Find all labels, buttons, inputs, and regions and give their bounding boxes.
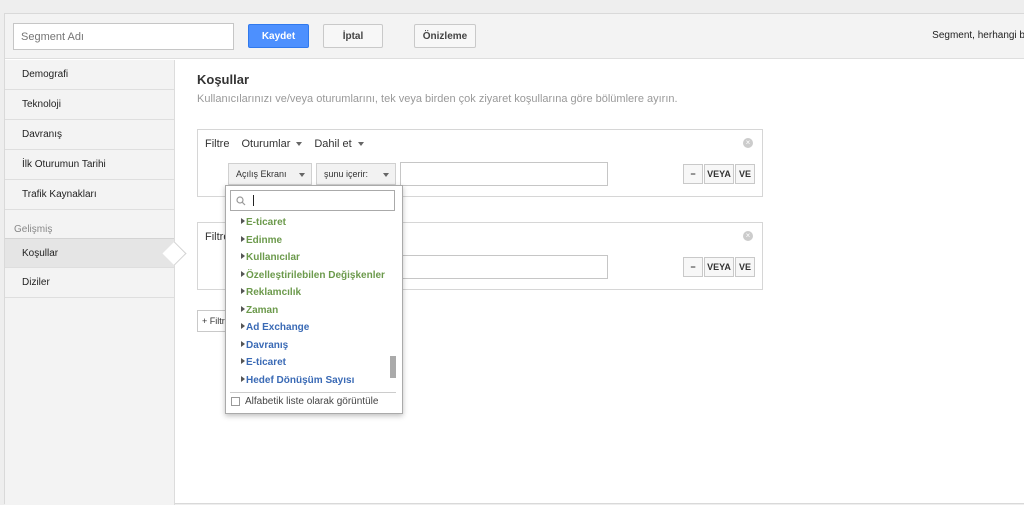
list-item-label: Zaman: [246, 304, 279, 316]
sidebar-item-technology[interactable]: Teknoloji: [5, 90, 174, 120]
popup-scrollbar[interactable]: [390, 356, 396, 378]
expand-arrow-icon: [241, 323, 245, 329]
list-item-label: Özelleştirilebilen Değişkenler: [246, 269, 385, 281]
dimension-picker-popup: E-ticaret Edinme Kullanıcılar Özelleştir…: [225, 185, 403, 414]
sidebar-item-label: Teknoloji: [22, 99, 61, 110]
expand-arrow-icon: [241, 235, 245, 242]
alphabetic-list-label: Alfabetik liste olarak görüntüle: [245, 396, 379, 407]
list-item[interactable]: Zaman: [226, 302, 386, 320]
list-item[interactable]: Edinme: [226, 232, 386, 250]
dimension-category-list: E-ticaret Edinme Kullanıcılar Özelleştir…: [226, 214, 386, 389]
list-item-label: Hedef Dönüşüm Sayısı: [246, 374, 355, 386]
or-button[interactable]: VEYA: [704, 257, 734, 277]
sidebar-item-label: Davranış: [22, 129, 63, 140]
sidebar-group-advanced: Gelişmiş: [14, 224, 53, 235]
sidebar-item-conditions[interactable]: Koşullar: [5, 238, 187, 268]
search-icon: [236, 196, 246, 206]
remove-condition-button[interactable]: −: [683, 164, 703, 184]
list-item[interactable]: E-ticaret: [226, 214, 386, 232]
list-item[interactable]: Reklamcılık: [226, 284, 386, 302]
expand-arrow-icon: [241, 288, 245, 294]
list-item[interactable]: Hedef Dönüşüm Sayısı: [226, 372, 386, 390]
chevron-down-icon: [296, 142, 303, 147]
expand-arrow-icon: [241, 270, 245, 277]
list-item-label: E-ticaret: [246, 357, 287, 368]
list-item-label: E-ticaret: [246, 217, 287, 228]
alphabetic-list-toggle[interactable]: Alfabetik liste olarak görüntüle: [231, 396, 378, 407]
sidebar-item-label: Trafik Kaynakları: [22, 189, 97, 200]
scope-dropdown[interactable]: Oturumlar: [241, 138, 308, 150]
chevron-down-icon: [383, 173, 389, 177]
chevron-down-icon: [357, 142, 364, 147]
list-item-label: Edinme: [246, 234, 283, 246]
list-item-label: Reklamcılık: [246, 287, 302, 298]
list-item-label: Davranış: [246, 339, 289, 351]
remove-condition-button[interactable]: −: [683, 257, 703, 277]
dimension-dropdown[interactable]: Açılış Ekranı: [228, 163, 312, 185]
sidebar: Demografi Teknoloji Davranış İlk Oturumu…: [5, 60, 187, 505]
text-cursor: [253, 195, 254, 206]
filter-label: Filtre: [205, 138, 230, 150]
include-dropdown[interactable]: Dahil et: [314, 138, 369, 150]
operator-value: şunu içerir:: [324, 169, 369, 179]
save-button[interactable]: Kaydet: [248, 24, 309, 48]
or-button[interactable]: VEYA: [704, 164, 734, 184]
sidebar-item-label: İlk Oturumun Tarihi: [22, 159, 106, 170]
segment-summary-text: Segment, herhangi b: [932, 30, 1024, 41]
list-item[interactable]: Davranış: [226, 337, 386, 355]
page-title: Koşullar: [197, 72, 250, 87]
dimension-search-input[interactable]: [230, 190, 395, 211]
close-icon[interactable]: ×: [743, 138, 753, 148]
preview-button[interactable]: Önizleme: [414, 24, 476, 48]
segment-toolbar: Kaydet İptal Önizleme Segment, herhangi …: [5, 14, 1024, 59]
expand-arrow-icon: [241, 358, 245, 364]
sidebar-item-sequences[interactable]: Diziler: [5, 268, 174, 298]
sidebar-item-label: Diziler: [22, 277, 50, 288]
list-item[interactable]: Özelleştirilebilen Değişkenler: [226, 267, 386, 285]
and-button[interactable]: VE: [735, 164, 755, 184]
sidebar-item-label: Demografi: [22, 69, 69, 80]
expand-arrow-icon: [241, 340, 245, 347]
segment-editor: Kaydet İptal Önizleme Segment, herhangi …: [4, 13, 1024, 505]
list-item-label: Ad Exchange: [246, 322, 310, 333]
include-value: Dahil et: [314, 138, 352, 150]
and-button[interactable]: VE: [735, 257, 755, 277]
checkbox[interactable]: [231, 397, 240, 406]
expand-arrow-icon: [241, 375, 245, 382]
close-icon[interactable]: ×: [743, 231, 753, 241]
sidebar-item-label: Koşullar: [22, 248, 59, 259]
list-item[interactable]: E-ticaret: [226, 354, 386, 372]
expand-arrow-icon: [241, 218, 245, 224]
expand-arrow-icon: [241, 253, 245, 259]
sidebar-item-traffic-sources[interactable]: Trafik Kaynakları: [5, 180, 174, 210]
filter-value-input[interactable]: [400, 162, 608, 186]
sidebar-item-behavior[interactable]: Davranış: [5, 120, 174, 150]
chevron-down-icon: [299, 173, 305, 177]
cancel-button[interactable]: İptal: [323, 24, 383, 48]
operator-dropdown[interactable]: şunu içerir:: [316, 163, 396, 185]
sidebar-item-demographics[interactable]: Demografi: [5, 60, 174, 90]
dimension-value: Açılış Ekranı: [236, 169, 287, 179]
sidebar-item-first-session-date[interactable]: İlk Oturumun Tarihi: [5, 150, 174, 180]
list-item[interactable]: Ad Exchange: [226, 319, 386, 337]
page-subtitle: Kullanıcılarınızı ve/veya oturumlarını, …: [197, 93, 678, 105]
list-item[interactable]: Kullanıcılar: [226, 249, 386, 267]
divider: [230, 392, 396, 393]
filter-header: Filtre Oturumlar Dahil et: [205, 138, 370, 150]
scope-value: Oturumlar: [241, 138, 291, 150]
filter-value-input[interactable]: [400, 255, 608, 279]
segment-name-input[interactable]: [13, 23, 234, 50]
list-item-label: Kullanıcılar: [246, 252, 300, 263]
expand-arrow-icon: [241, 305, 245, 312]
